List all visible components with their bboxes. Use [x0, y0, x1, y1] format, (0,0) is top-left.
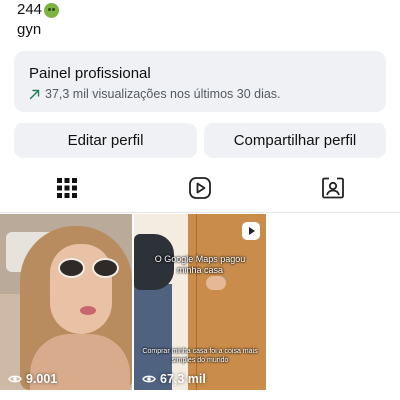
bio-line-1: 244: [17, 0, 60, 20]
eye-icon: [142, 375, 156, 383]
views-summary: 37,3 mil visualizações nos últimos 30 di…: [45, 87, 281, 101]
hand: [206, 276, 226, 290]
post-2-caption-bottom: Comprar minha casa foi a coisa mais simp…: [142, 348, 258, 364]
post-2-view-count: 67,3 mil: [160, 372, 206, 386]
profile-tabs: [0, 163, 400, 213]
edit-profile-button[interactable]: Editar perfil: [14, 123, 197, 158]
post-1-views: 9.001: [8, 372, 57, 386]
posts-grid: 9.001 O Google Maps pagou minha casa Com…: [0, 214, 400, 400]
professional-dashboard-title: Painel profissional: [29, 65, 151, 82]
post-1-view-count: 9.001: [26, 372, 58, 386]
tab-grid[interactable]: [0, 163, 133, 213]
reels-icon: [188, 177, 211, 199]
nauseated-face-emoji-icon: [44, 2, 60, 18]
professional-dashboard-stats: 37,3 mil visualizações nos últimos 30 di…: [29, 86, 386, 102]
reel-badge-icon: [242, 222, 260, 240]
tabs-divider: [0, 212, 400, 213]
grid-icon: [56, 178, 77, 198]
empty-grid-slot: [268, 214, 400, 390]
tab-tagged[interactable]: [266, 163, 399, 213]
arrow-up-right-icon: [29, 89, 40, 99]
bio-line-2: gyn: [17, 21, 42, 38]
tab-reels[interactable]: [133, 163, 266, 213]
sunglasses: [58, 258, 124, 278]
post-thumbnail-2[interactable]: O Google Maps pagou minha casa Comprar m…: [134, 214, 266, 390]
share-profile-button[interactable]: Compartilhar perfil: [204, 123, 386, 158]
professional-dashboard[interactable]: Painel profissional 37,3 mil visualizaçõ…: [14, 51, 386, 112]
lips: [80, 306, 96, 315]
post-thumbnail-1[interactable]: 9.001: [0, 214, 132, 390]
profile-bio: 244 gyn: [17, 0, 60, 40]
bio-count: 244: [17, 1, 43, 18]
eye-icon: [8, 375, 22, 383]
tagged-user-icon: [321, 177, 344, 199]
post-2-views: 67,3 mil: [142, 372, 206, 386]
post-2-caption-top: O Google Maps pagou minha casa: [154, 254, 246, 275]
